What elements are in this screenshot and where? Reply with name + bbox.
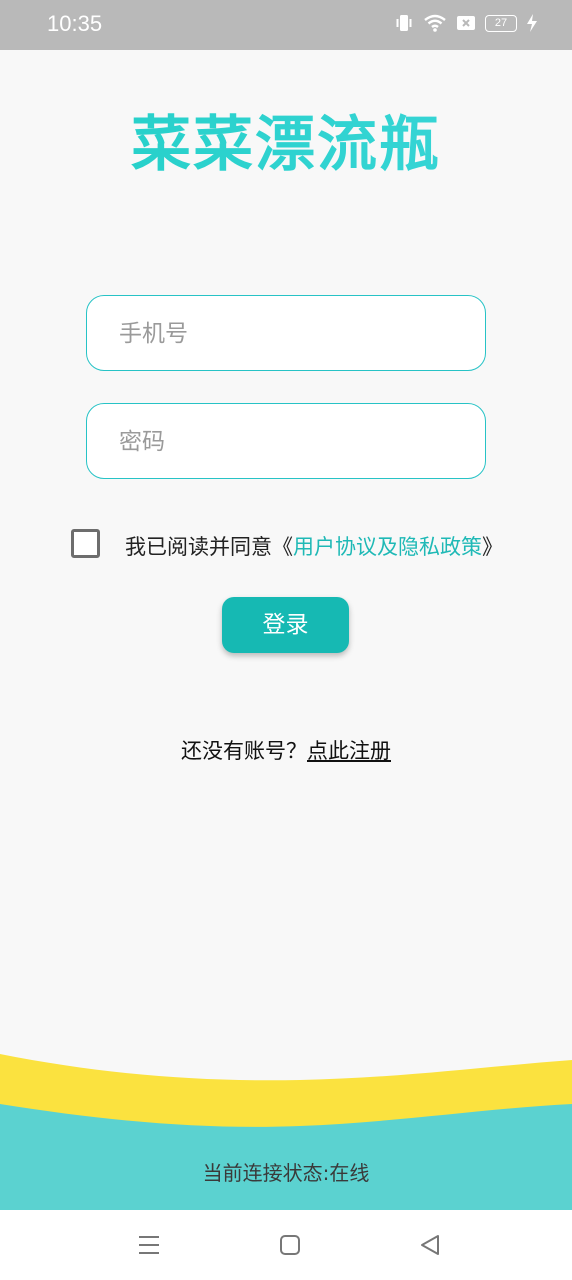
menu-icon[interactable] — [136, 1232, 162, 1258]
agreement-row: 我已阅读并同意《用户协议及隐私政策》 — [71, 529, 531, 561]
status-icons: 27 — [394, 13, 538, 33]
phone-input[interactable] — [117, 296, 461, 371]
vibrate-icon — [394, 13, 414, 33]
nav-bar — [0, 1210, 572, 1280]
password-field[interactable] — [86, 403, 486, 479]
register-row: 还没有账号？点此注册 — [0, 735, 572, 765]
battery-icon: 27 — [485, 14, 517, 32]
home-icon[interactable] — [277, 1232, 303, 1258]
agreement-text: 我已阅读并同意《用户协议及隐私政策》 — [125, 531, 503, 561]
phone-field[interactable] — [86, 295, 486, 371]
agreement-prefix: 我已阅读并同意《 — [125, 535, 293, 559]
sim-off-icon — [456, 14, 476, 32]
status-bar: 10:35 27 — [0, 0, 572, 50]
register-prompt: 还没有账号？ — [181, 739, 307, 763]
status-time: 10:35 — [47, 11, 103, 36]
agreement-checkbox[interactable] — [71, 529, 100, 558]
agreement-link[interactable]: 用户协议及隐私政策 — [293, 535, 482, 559]
register-link[interactable]: 点此注册 — [307, 739, 391, 763]
app-title: 菜菜漂流瓶 — [0, 96, 572, 183]
connection-status: 当前连接状态:在线 — [202, 1161, 370, 1185]
login-button[interactable]: 登录 — [222, 597, 349, 653]
agreement-suffix: 》 — [482, 535, 503, 559]
password-input[interactable] — [117, 404, 461, 479]
back-icon[interactable] — [417, 1232, 443, 1258]
charging-icon — [526, 13, 538, 33]
wifi-icon — [423, 13, 447, 33]
